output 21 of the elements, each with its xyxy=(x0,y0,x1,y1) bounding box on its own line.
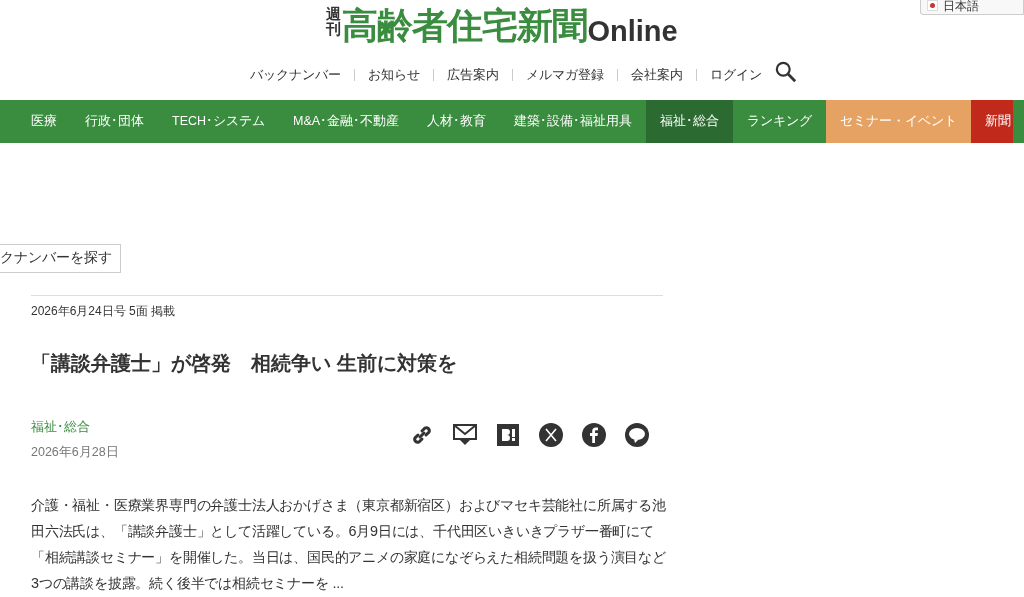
facebook-icon[interactable] xyxy=(582,423,606,448)
category-link[interactable]: 福祉･総合 xyxy=(31,420,90,435)
nav-tab[interactable]: 福祉･総合 xyxy=(646,100,734,143)
article-excerpt: 介護・福祉・医療業界専門の弁護士法人おかげさま（東京都新宿区）およびマセキ芸能社に所属する池田六法氏は、「講談弁護士」として活躍している。6月9日には、千代田区いきいきプラザ一番町にて「相続講談セミナー」を開催した。当日は、国民的アニメの家庭になぞらえた相続問題を扱う演目など3つの講談を披露。続く後半では相続セミナーを ... xyxy=(31,496,667,593)
top-link[interactable]: 広告案内 xyxy=(433,69,512,81)
top-link[interactable]: バックナンバー xyxy=(237,69,354,81)
article-date: 2026年6月28日 xyxy=(31,444,119,462)
flag-icon xyxy=(927,0,938,11)
language-select[interactable]: 日本語 xyxy=(920,0,1024,15)
backnumber-search-button[interactable]: クナンバーを探す xyxy=(0,244,121,274)
article-title: 「講談弁護士」が啓発 相続争い 生前に対策を xyxy=(31,351,458,377)
nav-tab[interactable]: 新聞 xyxy=(971,100,1014,143)
top-link[interactable]: お知らせ xyxy=(354,69,433,81)
top-link[interactable]: 会社案内 xyxy=(617,69,696,81)
mail-icon[interactable] xyxy=(453,423,477,448)
search-icon[interactable] xyxy=(775,61,797,83)
top-link[interactable]: ログイン xyxy=(696,69,775,81)
bookmark-icon[interactable] xyxy=(496,423,520,448)
issue-info: 2026年6月24日号 5面 掲載 xyxy=(31,303,177,321)
top-link[interactable]: メルマガ登録 xyxy=(512,69,617,81)
x-icon[interactable] xyxy=(539,423,563,448)
